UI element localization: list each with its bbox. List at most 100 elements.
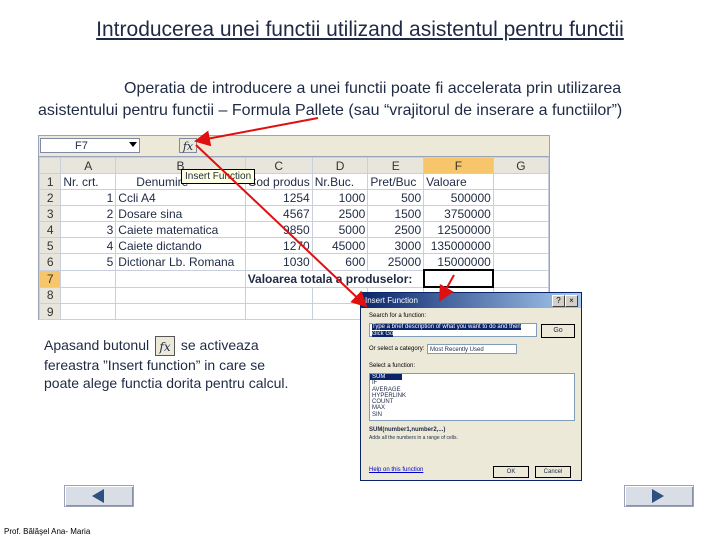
cell[interactable]: 9850 xyxy=(244,221,313,238)
caption-part1: Apasand butonul xyxy=(44,337,150,353)
cell[interactable]: 15000000 xyxy=(423,253,494,271)
cell[interactable]: 4 xyxy=(60,237,117,254)
category-label: Or select a category: xyxy=(369,346,425,352)
category-select[interactable]: Most Recently Used xyxy=(427,344,517,354)
function-search-input[interactable]: Type a brief description of what you wan… xyxy=(369,323,537,337)
active-cell[interactable] xyxy=(422,269,495,288)
cell[interactable]: 1 xyxy=(60,189,117,206)
cell[interactable]: 12500000 xyxy=(423,221,494,238)
row-header[interactable]: 7 xyxy=(38,269,62,288)
row-header[interactable]: 4 xyxy=(38,221,62,238)
cell[interactable] xyxy=(244,286,313,304)
cell[interactable] xyxy=(492,205,550,222)
cell[interactable] xyxy=(60,303,117,320)
cell[interactable]: 1500 xyxy=(367,205,425,222)
column-header[interactable]: F xyxy=(423,157,494,174)
column-header[interactable]: E xyxy=(367,157,425,174)
row-header[interactable]: 9 xyxy=(38,303,62,320)
cell[interactable]: 500000 xyxy=(423,189,494,206)
cell[interactable]: 500 xyxy=(367,189,425,206)
caption-line3: poate alege functia dorita pentru calcul… xyxy=(44,375,289,392)
intro-text: Operatia de introducere a unei functii p… xyxy=(38,78,718,122)
search-label: Search for a function: xyxy=(369,313,427,319)
cell[interactable]: Dosare sina xyxy=(115,205,246,222)
row-header[interactable]: 1 xyxy=(38,173,62,190)
cell[interactable]: 3 xyxy=(60,221,117,238)
intro-line-1: Operatia de introducere a unei functii p… xyxy=(124,80,622,97)
row-header[interactable]: 3 xyxy=(38,205,62,222)
cell[interactable] xyxy=(492,253,550,271)
insert-function-tooltip: Insert Function xyxy=(181,169,256,184)
cell[interactable]: 600 xyxy=(311,253,369,271)
help-button[interactable]: ? xyxy=(552,295,565,307)
cell[interactable] xyxy=(60,269,117,288)
cell[interactable] xyxy=(60,286,117,304)
ok-button[interactable]: OK xyxy=(493,466,529,478)
select-function-label: Select a function: xyxy=(369,363,416,369)
table-row: 5 4 Caiete dictando 1270 45000 3000 1350… xyxy=(38,237,550,254)
cancel-button[interactable]: Cancel xyxy=(535,466,571,478)
select-all-corner[interactable] xyxy=(38,157,62,174)
intro-line-2: asistentului pentru functii – Formula Pa… xyxy=(38,102,623,119)
row-header[interactable]: 5 xyxy=(38,237,62,254)
table-row: 7 Valoarea totala a produselor: xyxy=(38,269,550,288)
next-slide-button[interactable] xyxy=(624,485,694,507)
help-link[interactable]: Help on this function xyxy=(369,467,423,473)
column-header[interactable]: G xyxy=(492,157,550,174)
cell[interactable] xyxy=(492,173,550,190)
column-header[interactable]: D xyxy=(311,157,369,174)
cell[interactable] xyxy=(115,286,246,304)
cell[interactable]: Dictionar Lb. Romana xyxy=(115,253,246,271)
dialog-title: Insert Function xyxy=(365,296,418,305)
cell[interactable] xyxy=(115,303,246,320)
dialog-titlebar[interactable]: Insert Function ? × xyxy=(361,293,581,308)
cell[interactable] xyxy=(492,189,550,206)
cell[interactable]: 135000000 xyxy=(423,237,494,254)
cell[interactable]: 2 xyxy=(60,205,117,222)
total-label-cell[interactable]: Valoarea totala a produselor: xyxy=(244,269,425,288)
cell[interactable] xyxy=(115,269,246,288)
cell[interactable]: Valoare xyxy=(423,173,494,190)
cell[interactable]: 45000 xyxy=(311,237,369,254)
cell[interactable]: 1000 xyxy=(311,189,369,206)
column-header[interactable]: C xyxy=(244,157,313,174)
cell[interactable]: Cod produs xyxy=(244,173,313,190)
cell[interactable] xyxy=(492,221,550,238)
cell[interactable]: Nr.Buc. xyxy=(311,173,369,190)
cell[interactable]: 5000 xyxy=(311,221,369,238)
cell[interactable]: 1030 xyxy=(244,253,313,271)
cell[interactable] xyxy=(492,269,550,288)
cell[interactable]: Ccli A4 xyxy=(115,189,246,206)
cell[interactable]: Caiete dictando xyxy=(115,237,246,254)
cell[interactable]: 4567 xyxy=(244,205,313,222)
row-header[interactable]: 2 xyxy=(38,189,62,206)
cell[interactable]: 3000 xyxy=(367,237,425,254)
cell[interactable]: Pret/Buc xyxy=(367,173,425,190)
list-item[interactable]: SIN xyxy=(370,412,574,418)
cell[interactable]: 2500 xyxy=(367,221,425,238)
cell[interactable] xyxy=(492,237,550,254)
name-box[interactable]: F7 xyxy=(40,138,140,153)
column-header-row: A B C D E F G xyxy=(38,157,550,174)
cell[interactable]: 25000 xyxy=(367,253,425,271)
table-row: 2 1 Ccli A4 1254 1000 500 500000 xyxy=(38,189,550,206)
name-box-dropdown-icon[interactable] xyxy=(129,142,137,147)
close-button[interactable]: × xyxy=(565,295,578,307)
insert-function-dialog: Insert Function ? × Search for a functio… xyxy=(360,292,582,481)
cell[interactable]: 1270 xyxy=(244,237,313,254)
cell[interactable]: 2500 xyxy=(311,205,369,222)
cell[interactable]: Nr. crt. xyxy=(60,173,117,190)
column-header[interactable]: A xyxy=(60,157,117,174)
cell[interactable]: Caiete matematica xyxy=(115,221,246,238)
row-header[interactable]: 8 xyxy=(38,286,62,304)
cell[interactable] xyxy=(244,303,313,320)
previous-slide-button[interactable] xyxy=(64,485,134,507)
go-button[interactable]: Go xyxy=(541,324,575,338)
insert-function-button[interactable]: fx xyxy=(179,138,197,153)
cell[interactable]: 5 xyxy=(60,253,117,271)
function-list[interactable]: SUM IF AVERAGE HYPERLINK COUNT MAX SIN xyxy=(369,373,575,421)
table-row: 6 5 Dictionar Lb. Romana 1030 600 25000 … xyxy=(38,253,550,271)
cell[interactable]: 1254 xyxy=(244,189,313,206)
row-header[interactable]: 6 xyxy=(38,253,62,271)
cell[interactable]: 3750000 xyxy=(423,205,494,222)
